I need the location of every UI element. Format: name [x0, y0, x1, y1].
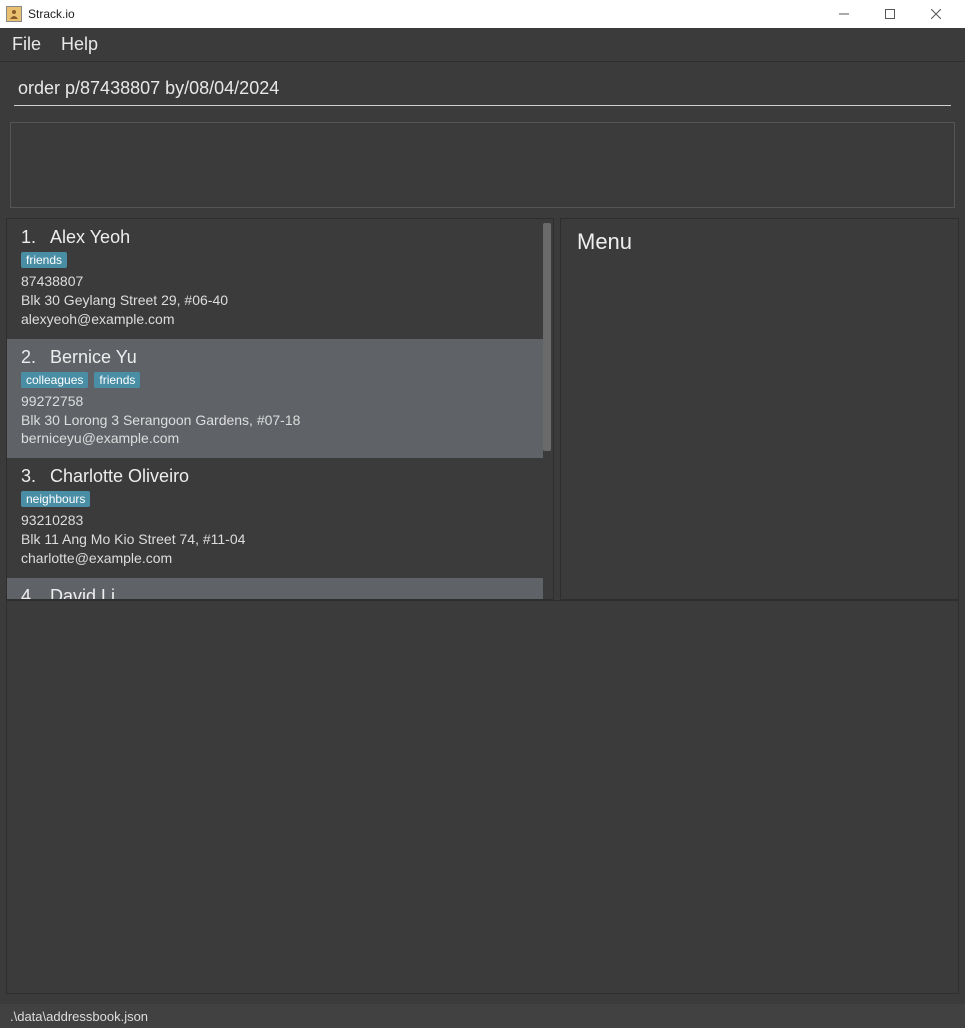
contact-email: alexyeoh@example.com	[21, 310, 529, 329]
status-bar: .\data\addressbook.json	[0, 1004, 965, 1028]
menu-panel: Menu	[560, 218, 959, 600]
contact-tags: neighbours	[21, 491, 529, 507]
main-split: 1. Alex Yeoh friends 87438807Blk 30 Geylang…	[0, 214, 965, 600]
contact-name: Alex Yeoh	[50, 227, 130, 248]
contact-address: Blk 30 Geylang Street 29, #06-40	[21, 291, 529, 310]
command-area	[0, 62, 965, 114]
contact-phone: 93210283	[21, 511, 529, 530]
menubar: File Help	[0, 28, 965, 62]
contact-index: 2.	[21, 347, 36, 368]
contact-index: 4.	[21, 586, 36, 599]
contact-list[interactable]: 1. Alex Yeoh friends 87438807Blk 30 Geylang…	[7, 219, 543, 599]
contact-card[interactable]: 3. Charlotte Oliveiro neighbours 93210283Bl…	[7, 458, 543, 578]
contact-index: 1.	[21, 227, 36, 248]
tag: friends	[94, 372, 140, 388]
contact-phone: 87438807	[21, 272, 529, 291]
contact-card[interactable]: 4.David Lifamily91031282	[7, 578, 543, 599]
minimize-button[interactable]	[821, 0, 867, 28]
bottom-pane	[6, 600, 959, 994]
contact-email: berniceyu@example.com	[21, 429, 529, 448]
contact-address: Blk 30 Lorong 3 Serangoon Gardens, #07-1…	[21, 411, 529, 430]
contact-index: 3.	[21, 466, 36, 487]
tag: friends	[21, 252, 67, 268]
contact-card[interactable]: 1. Alex Yeoh friends 87438807Blk 30 Geylang…	[7, 219, 543, 339]
window-title: Strack.io	[28, 7, 821, 21]
contact-name: David Li	[50, 586, 115, 599]
tag: colleagues	[21, 372, 88, 388]
contact-name: Charlotte Oliveiro	[50, 466, 189, 487]
contact-name: Bernice Yu	[50, 347, 137, 368]
menu-help[interactable]: Help	[61, 34, 98, 55]
contact-list-panel: 1. Alex Yeoh friends 87438807Blk 30 Geylang…	[6, 218, 554, 600]
contact-tags: friends	[21, 252, 529, 268]
contact-tags: colleagues friends	[21, 372, 529, 388]
close-button[interactable]	[913, 0, 959, 28]
contact-email: charlotte@example.com	[21, 549, 529, 568]
scrollbar-thumb[interactable]	[543, 223, 551, 451]
contact-phone: 99272758	[21, 392, 529, 411]
command-input[interactable]	[14, 72, 951, 106]
contact-address: Blk 11 Ang Mo Kio Street 74, #11-04	[21, 530, 529, 549]
window-titlebar: Strack.io	[0, 0, 965, 28]
maximize-button[interactable]	[867, 0, 913, 28]
window-controls	[821, 0, 959, 28]
scrollbar[interactable]	[543, 223, 551, 451]
app-icon	[6, 6, 22, 22]
contact-card[interactable]: 2. Bernice Yu colleagues friends 99272758Blk…	[7, 339, 543, 459]
tag: neighbours	[21, 491, 90, 507]
menu-panel-title: Menu	[577, 229, 942, 255]
result-display	[10, 122, 955, 208]
menu-file[interactable]: File	[12, 34, 41, 55]
status-path: .\data\addressbook.json	[10, 1009, 148, 1024]
